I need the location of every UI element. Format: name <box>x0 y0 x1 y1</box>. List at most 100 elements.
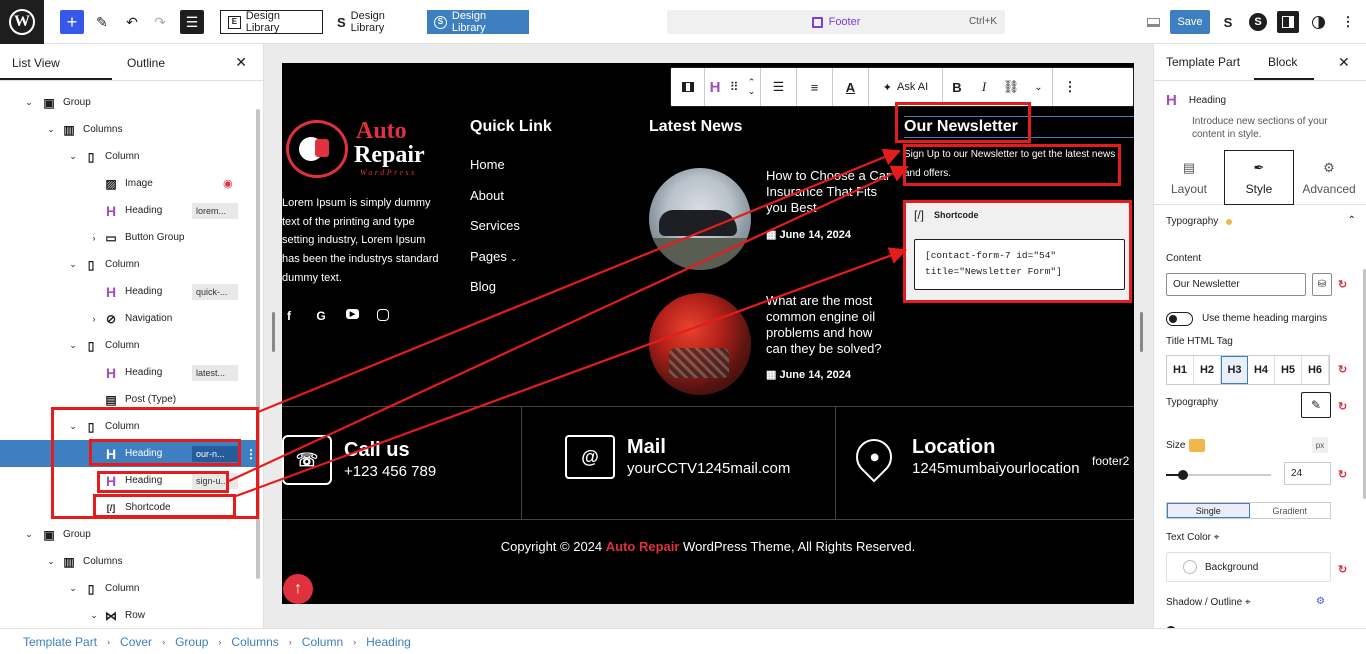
theme-margins-toggle[interactable] <box>1166 312 1193 326</box>
title-tag-h3[interactable]: H3 <box>1221 356 1248 384</box>
reset-icon[interactable]: ↻ <box>1338 363 1347 376</box>
tree-row-columns[interactable]: ⌄ ▥ Columns <box>0 116 250 143</box>
tab-list-view[interactable]: List View <box>12 56 60 70</box>
tree-row-navigation[interactable]: › ⊘ Navigation <box>0 305 250 332</box>
tree-row-columns[interactable]: ⌄ ▥ Columns <box>0 548 250 575</box>
command-palette[interactable]: Footer Ctrl+K <box>667 10 1005 34</box>
breadcrumb-item[interactable]: Column <box>302 635 343 649</box>
chevron-down-icon[interactable]: ⌄ <box>68 421 78 432</box>
tree-row-column[interactable]: ⌄ ▯ Column <box>0 413 250 440</box>
tree-row-heading[interactable]: H Heading sign-u... <box>0 467 250 494</box>
resize-handle-right[interactable] <box>1140 312 1143 352</box>
chevron-right-icon[interactable]: › <box>89 233 99 243</box>
tree-row-post-type[interactable]: ▤ Post (Type) <box>0 386 250 413</box>
facebook-icon[interactable]: f <box>282 309 296 323</box>
preview-button[interactable] <box>1143 12 1163 32</box>
breadcrumb-item[interactable]: Heading <box>366 635 411 649</box>
save-button[interactable]: Save <box>1170 10 1210 34</box>
shortcode-textarea[interactable]: [contact-form-7 id="54" title="Newslette… <box>914 239 1125 290</box>
content-input[interactable]: Our Newsletter <box>1166 273 1306 296</box>
chevron-down-icon[interactable]: ⌄ <box>24 529 34 540</box>
single-option[interactable]: Single <box>1167 503 1250 518</box>
size-slider[interactable] <box>1166 470 1271 480</box>
tree-row-group[interactable]: ⌄ ▣ Group <box>0 521 250 548</box>
options-button[interactable]: ⋮ <box>1338 12 1358 32</box>
stackable-settings-button[interactable]: S <box>1218 12 1238 32</box>
latest-news-heading[interactable]: Latest News <box>649 118 742 136</box>
bold-button[interactable]: B <box>943 68 971 106</box>
chevron-down-icon[interactable]: ⌄ <box>46 124 56 135</box>
block-type-switcher[interactable]: H ⠿ ⌃ ⌄ <box>705 68 761 106</box>
align-button[interactable]: ☰ <box>761 68 797 106</box>
title-tag-h5[interactable]: H5 <box>1275 356 1302 384</box>
gear-icon[interactable]: ⚙ <box>1316 596 1325 607</box>
nav-link-about[interactable]: About <box>470 188 520 219</box>
resize-handle-left[interactable] <box>272 312 275 352</box>
text-align-button[interactable]: ≡ <box>797 68 833 106</box>
contact-mail[interactable]: @ Mail yourCCTV1245mail.com <box>565 435 790 479</box>
nav-link-services[interactable]: Services <box>470 218 520 249</box>
tree-row-column[interactable]: ⌄ ▯ Column <box>0 251 250 278</box>
text-color-button[interactable]: A <box>833 68 869 106</box>
typography-section-header[interactable]: Typography ⌃ <box>1166 215 1356 227</box>
gradient-option[interactable]: Gradient <box>1250 503 1331 518</box>
tab-outline[interactable]: Outline <box>127 56 165 70</box>
design-library-button-2[interactable]: S Design Library <box>330 10 420 34</box>
title-tag-h2[interactable]: H2 <box>1194 356 1221 384</box>
add-block-button[interactable]: + <box>60 10 84 34</box>
chevron-down-icon[interactable]: ⌄ <box>46 556 56 567</box>
scroll-to-top-button[interactable]: ↑ <box>283 574 313 604</box>
instagram-icon[interactable] <box>377 309 389 321</box>
wordpress-logo[interactable]: W <box>0 0 44 44</box>
footer2-text[interactable]: footer2 <box>1092 454 1129 468</box>
google-icon[interactable]: G <box>314 309 328 323</box>
breadcrumb-item[interactable]: Columns <box>231 635 278 649</box>
title-tag-h1[interactable]: H1 <box>1167 356 1194 384</box>
copyright-text[interactable]: Copyright © 2024 Auto Repair WordPress T… <box>282 539 1134 554</box>
tree-row-heading[interactable]: H Heading lorem... <box>0 197 250 224</box>
tree-row-group[interactable]: ⌄ ▣ Group <box>0 89 250 116</box>
reset-icon[interactable]: ↻ <box>1338 400 1347 413</box>
link-button[interactable]: ⛓ <box>997 68 1025 106</box>
youtube-icon[interactable]: ▶ <box>346 309 359 319</box>
breadcrumb-item[interactable]: Group <box>175 635 208 649</box>
parent-block-button[interactable] <box>671 68 705 106</box>
close-icon[interactable]: ✕ <box>1338 54 1350 71</box>
more-formats-button[interactable]: ⌄ <box>1025 68 1053 106</box>
reset-icon[interactable]: ↻ <box>1338 278 1347 291</box>
shortcode-block[interactable]: [/] Shortcode [contact-form-7 id="54" ti… <box>906 200 1130 300</box>
move-arrows-icon[interactable]: ⌃ ⌄ <box>748 78 756 96</box>
chevron-down-icon[interactable]: ⌄ <box>68 259 78 270</box>
news-title[interactable]: How to Choose a Car Insurance That Fits … <box>766 168 896 216</box>
tools-button[interactable]: ✎ <box>92 10 112 34</box>
newsletter-subheading[interactable]: Sign Up to our Newsletter to get the lat… <box>904 146 1120 183</box>
block-options-button[interactable]: ⋮ <box>1053 68 1087 106</box>
desktop-responsive-icon[interactable] <box>1189 439 1205 452</box>
slider-knob[interactable] <box>1178 470 1188 480</box>
typography-edit-button[interactable]: ✎ <box>1301 392 1331 418</box>
document-overview-button[interactable]: ☰ <box>180 10 204 34</box>
tree-row-heading[interactable]: H Heading quick-... <box>0 278 250 305</box>
tree-row-column[interactable]: ⌄ ▯ Column <box>0 332 250 359</box>
contact-location[interactable]: ● Location 1245mumbaiyourlocation <box>848 431 1080 483</box>
dynamic-content-button[interactable]: ⛁ <box>1312 273 1332 296</box>
design-library-button-1[interactable]: E Design Library <box>220 10 323 34</box>
list-view-scrollbar[interactable] <box>256 109 260 579</box>
chevron-down-icon[interactable]: ⌄ <box>68 340 78 351</box>
reset-icon[interactable]: ↻ <box>1338 468 1347 481</box>
tree-row-column[interactable]: ⌄ ▯ Column <box>0 575 250 602</box>
breadcrumb-item[interactable]: Cover <box>120 635 152 649</box>
tab-layout[interactable]: ▤ Layout <box>1154 150 1224 205</box>
tree-row-shortcode[interactable]: [/] Shortcode <box>0 494 250 521</box>
chevron-down-icon[interactable]: ⌄ <box>68 583 78 594</box>
tree-row-column[interactable]: ⌄ ▯ Column <box>0 143 250 170</box>
size-input[interactable]: 24 <box>1284 462 1331 485</box>
nav-link-home[interactable]: Home <box>470 157 520 188</box>
tree-row-button-group[interactable]: › ▭ Button Group <box>0 224 250 251</box>
nav-link-blog[interactable]: Blog <box>470 279 520 310</box>
tree-row-row[interactable]: ⌄ ⋈ Row <box>0 602 250 628</box>
ask-ai-button[interactable]: ✦ Ask AI <box>869 68 943 106</box>
chevron-down-icon[interactable]: ⌄ <box>89 610 99 621</box>
chevron-down-icon[interactable]: ⌄ <box>24 97 34 108</box>
chevron-down-icon[interactable]: ⌄ <box>68 151 78 162</box>
